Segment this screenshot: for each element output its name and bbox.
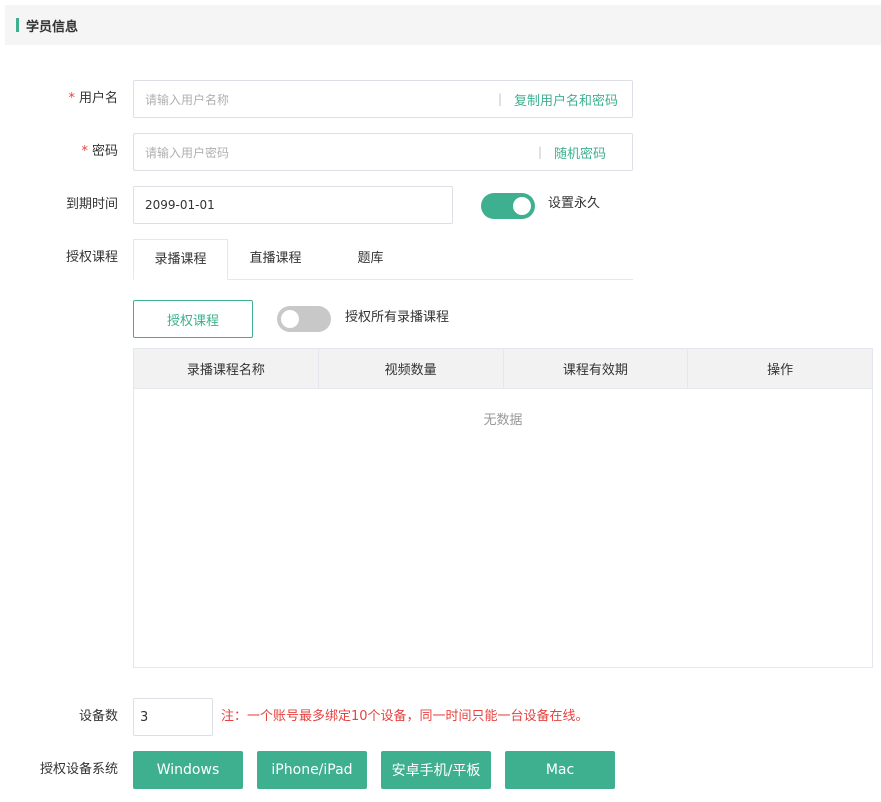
username-label: * 用户名 — [40, 89, 118, 109]
device-note: 注：一个账号最多绑定10个设备，同一时间只能一台设备在线。 — [221, 709, 589, 724]
auth-all-toggle[interactable] — [277, 306, 331, 332]
section-header: 学员信息 — [5, 5, 881, 45]
copy-credentials-link[interactable]: 复制用户名和密码 — [514, 90, 618, 109]
empty-text: 无数据 — [483, 413, 523, 428]
android-button[interactable]: 安卓手机/平板 — [381, 751, 491, 789]
device-systems-label: 授权设备系统 — [39, 762, 118, 777]
mac-button[interactable]: Mac — [505, 751, 615, 789]
password-placeholder: 请输入用户密码 — [145, 145, 230, 160]
required-mark: * — [68, 91, 75, 106]
permanent-label: 设置永久 — [548, 196, 601, 211]
column-video-count: 视频数量 — [319, 349, 504, 388]
tab-live[interactable]: 直播课程 — [228, 239, 323, 280]
expire-label: 到期时间 — [65, 197, 118, 212]
device-count-value: 3 — [140, 709, 149, 725]
expire-date-value: 2099-01-01 — [145, 198, 215, 212]
auth-all-label: 授权所有录播课程 — [345, 310, 450, 325]
toggle-knob — [281, 310, 299, 328]
password-label: * 密码 — [40, 142, 118, 162]
random-password-link[interactable]: 随机密码 — [554, 143, 606, 162]
password-field[interactable]: 请输入用户密码 | 随机密码 — [133, 133, 633, 171]
password-label-text: 密码 — [91, 144, 118, 159]
password-separator: | — [537, 145, 542, 159]
tab-recorded[interactable]: 录播课程 — [133, 239, 228, 280]
device-count-label: 设备数 — [78, 709, 118, 724]
username-field[interactable]: 请输入用户名称 | 复制用户名和密码 — [133, 80, 633, 118]
auth-course-button[interactable]: 授权课程 — [133, 300, 253, 338]
permanent-toggle[interactable] — [481, 193, 535, 219]
username-label-text: 用户名 — [78, 91, 118, 106]
column-validity: 课程有效期 — [504, 349, 689, 388]
section-title: 学员信息 — [26, 19, 79, 35]
auth-courses-label: 授权课程 — [65, 250, 118, 265]
column-course-name: 录播课程名称 — [134, 349, 319, 388]
iphone-ipad-button[interactable]: iPhone/iPad — [257, 751, 367, 789]
section-accent-bar — [16, 18, 19, 32]
expire-date-input[interactable]: 2099-01-01 — [133, 186, 453, 224]
required-mark: * — [81, 144, 88, 159]
device-count-input[interactable]: 3 — [133, 698, 213, 736]
toggle-knob — [513, 197, 531, 215]
tab-question-bank[interactable]: 题库 — [323, 239, 418, 280]
column-actions: 操作 — [767, 363, 794, 378]
course-table: 录播课程名称 视频数量 课程有效期 操作 无数据 — [133, 348, 873, 668]
username-separator: | — [497, 92, 502, 106]
windows-button[interactable]: Windows — [133, 751, 243, 789]
course-tabs: 录播课程 直播课程 题库 — [133, 239, 633, 280]
username-placeholder: 请输入用户名称 — [145, 92, 230, 107]
table-header: 录播课程名称 视频数量 课程有效期 操作 — [134, 349, 872, 389]
